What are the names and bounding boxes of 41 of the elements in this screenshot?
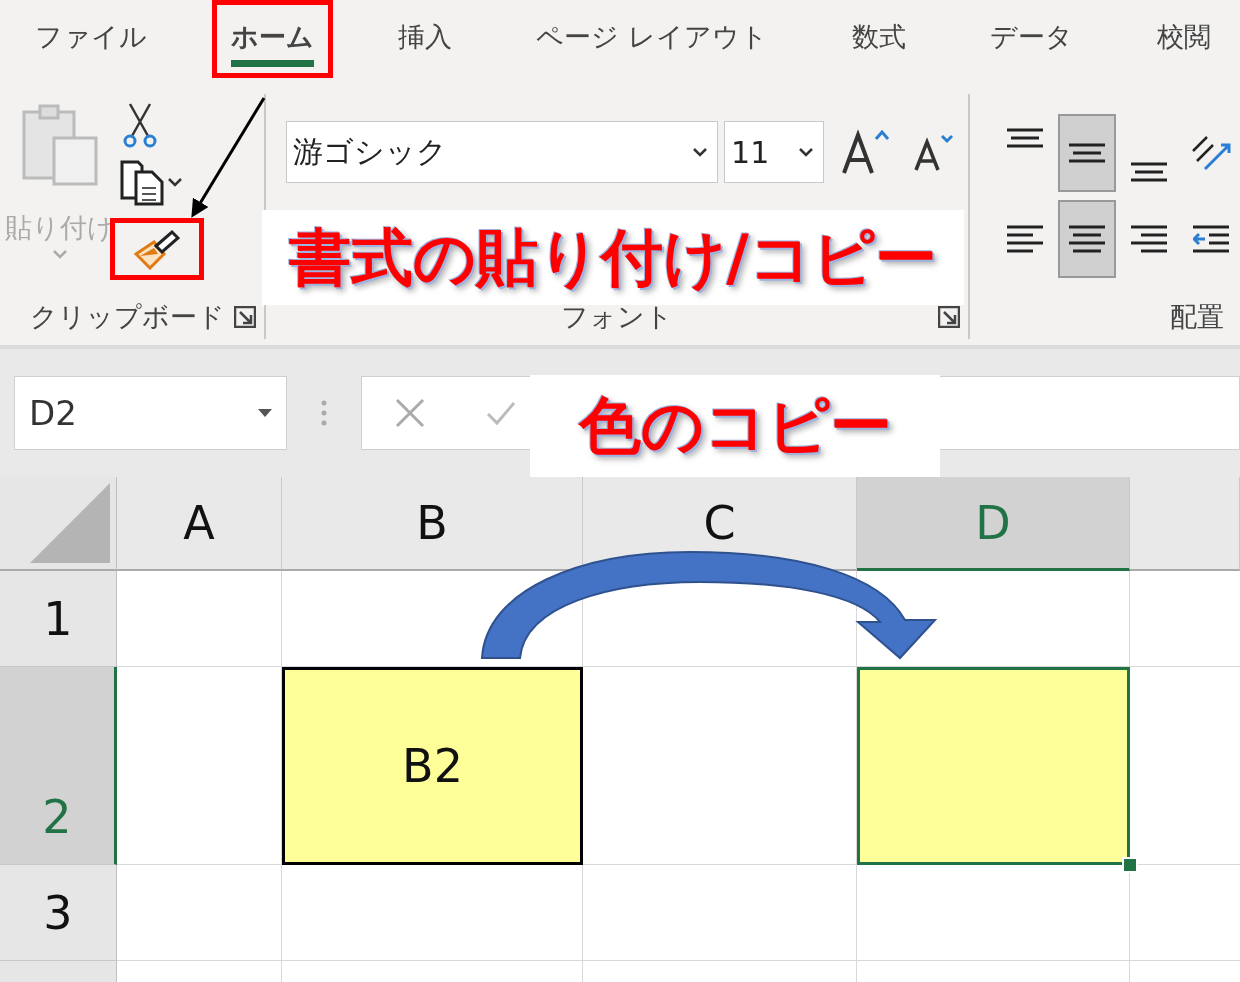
font-size-dropdown[interactable]: 11 [724, 121, 825, 183]
clipboard-icon [20, 104, 100, 188]
align-center-icon [1069, 225, 1105, 253]
group-label: クリップボード [30, 300, 225, 334]
align-middle-icon [1069, 143, 1105, 163]
ribbon-tab[interactable]: ホーム [212, 0, 333, 79]
row-header[interactable]: 3 [0, 865, 117, 961]
ribbon-tab[interactable]: ページ レイアウト [517, 0, 787, 79]
row-header[interactable]: 2 [0, 667, 117, 865]
ribbon-tab[interactable]: ファイル [16, 0, 166, 79]
dialog-launcher-icon[interactable] [938, 306, 960, 328]
dialog-launcher-icon[interactable] [234, 306, 257, 328]
checkmark-icon[interactable] [486, 400, 516, 426]
row-header[interactable]: 1 [0, 571, 117, 667]
column-header[interactable]: A [117, 477, 282, 571]
ribbon-tab[interactable]: 挿入 [379, 0, 471, 79]
fill-handle[interactable] [1122, 857, 1138, 873]
align-left-icon [1007, 225, 1043, 253]
ribbon-tab[interactable]: データ [970, 0, 1092, 79]
table-cell[interactable] [857, 667, 1130, 865]
alignment-button[interactable] [1058, 200, 1116, 278]
ribbon-tab[interactable]: 数式 [832, 0, 925, 79]
ribbon-tab[interactable]: 校閲 [1137, 0, 1230, 79]
alignment-button[interactable] [1058, 114, 1116, 192]
copy-icon [120, 160, 166, 206]
grip-icon [321, 400, 327, 426]
dropdown-arrow-icon [258, 408, 272, 418]
format-painter-button[interactable] [110, 218, 204, 280]
column-header[interactable]: B [282, 477, 583, 571]
font-name-dropdown[interactable]: 游ゴシック [286, 121, 719, 183]
column-header[interactable]: D [857, 477, 1130, 571]
group-label: 配置 [1170, 300, 1224, 334]
name-box[interactable]: D2 [14, 376, 287, 450]
decrease-indent-icon [1193, 225, 1229, 253]
align-top-icon [1007, 128, 1043, 148]
paintbrush-icon [134, 228, 180, 270]
table-cell[interactable]: B2 [282, 667, 583, 865]
text-angle-icon [1191, 135, 1231, 171]
align-bottom-icon [1131, 162, 1167, 182]
annotation-label: 書式の貼り付け/コピー [262, 210, 964, 305]
align-right-icon [1131, 225, 1167, 253]
